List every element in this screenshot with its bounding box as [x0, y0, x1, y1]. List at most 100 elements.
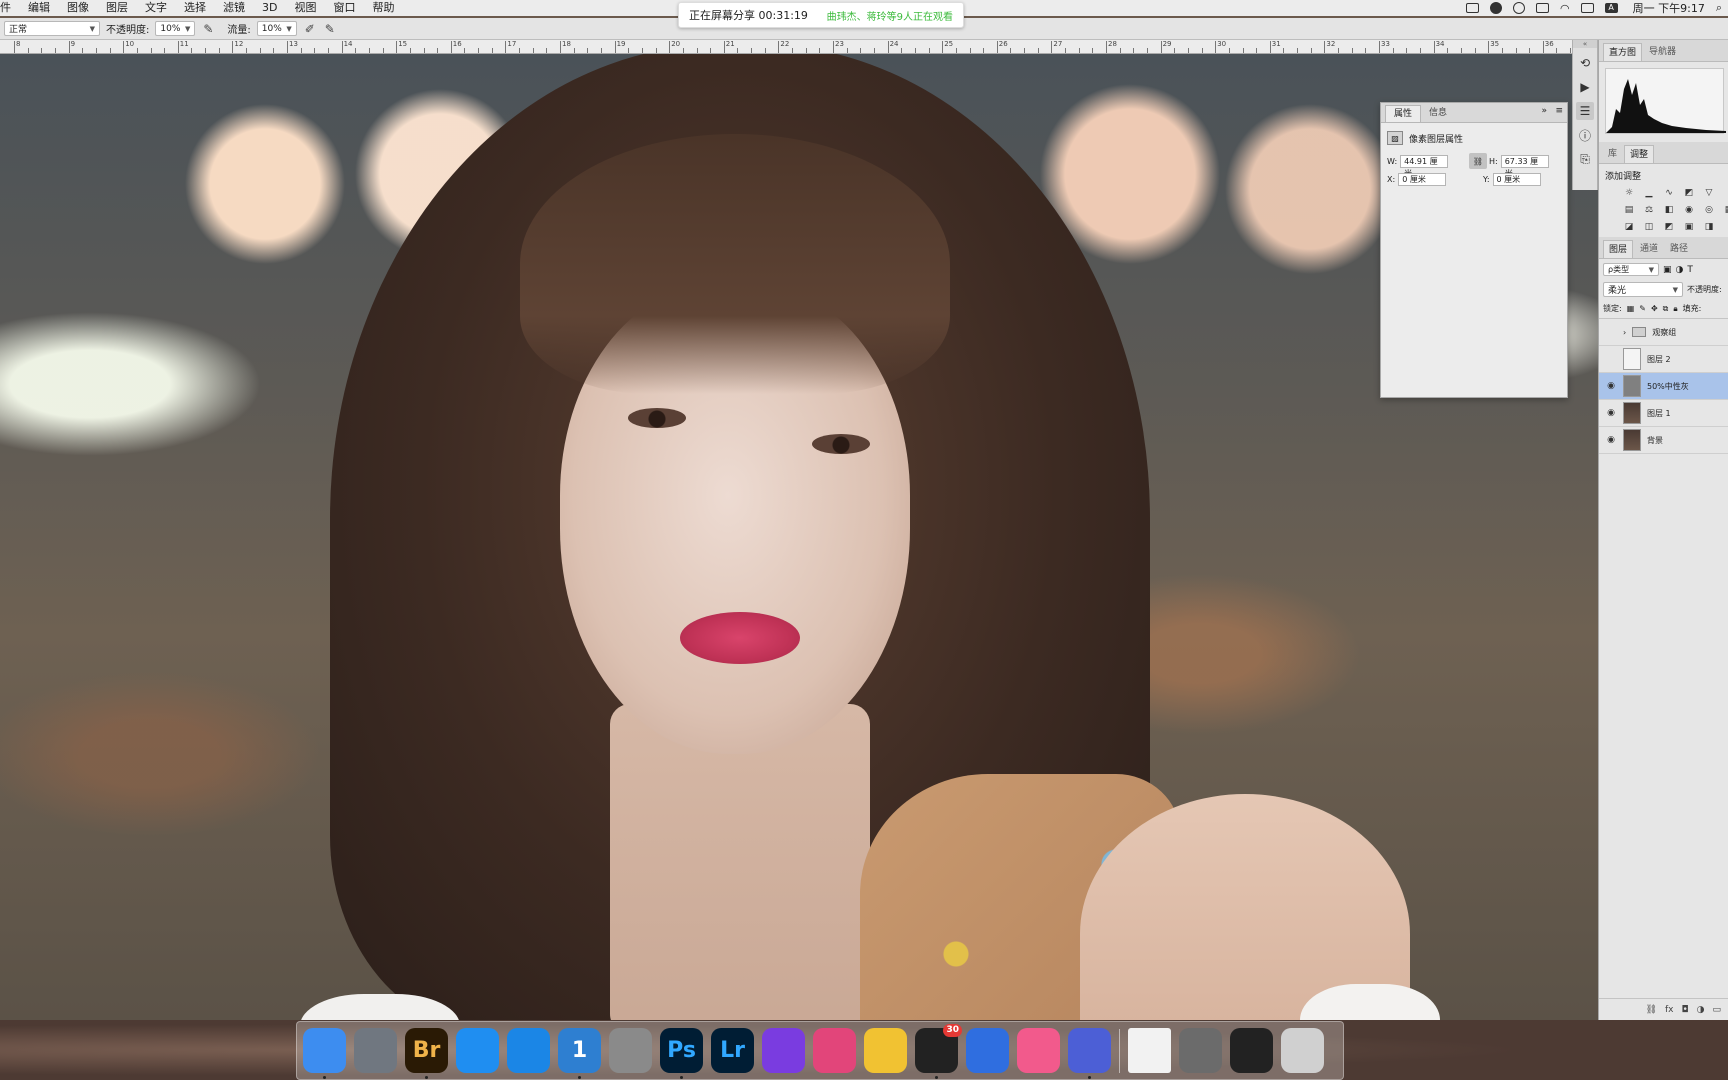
screens-icon[interactable] — [813, 1028, 856, 1073]
new-adjustment-icon[interactable]: ◑ — [1697, 1005, 1705, 1015]
menu-help[interactable]: 帮助 — [364, 0, 403, 16]
flow-select[interactable]: 10% ▼ — [256, 21, 297, 36]
menu-image[interactable]: 图像 — [59, 0, 98, 16]
invert-icon[interactable]: ◪ — [1623, 221, 1635, 233]
black-white-icon[interactable]: ◧ — [1663, 204, 1675, 216]
layer-row[interactable]: ◉ 50%中性灰 — [1599, 373, 1728, 400]
opacity-select[interactable]: 10% ▼ — [155, 21, 196, 36]
collapse-panel-icon[interactable]: » — [1541, 106, 1547, 116]
tab-layers[interactable]: 图层 — [1603, 240, 1634, 258]
menu-type[interactable]: 文字 — [137, 0, 176, 16]
wifi-icon[interactable]: ◠ — [1560, 2, 1570, 15]
airbrush-icon[interactable]: ✐ — [303, 22, 317, 36]
tab-channels[interactable]: 通道 — [1635, 240, 1663, 258]
screen-share-banner[interactable]: 正在屏幕分享 00:31:19 曲玮杰、蒋玲等9人正在观看 — [678, 2, 964, 28]
eye-icon[interactable]: ◉ — [1605, 408, 1617, 418]
tab-info[interactable]: 信息 — [1421, 105, 1455, 122]
trash-icon[interactable] — [1281, 1028, 1324, 1073]
link-dimensions-icon[interactable]: ⛓ — [1469, 153, 1487, 169]
curves-icon[interactable]: ∿ — [1663, 187, 1675, 199]
baidu-netdisk-icon[interactable] — [966, 1028, 1009, 1073]
tab-navigator[interactable]: 导航器 — [1644, 43, 1681, 61]
menu-edit[interactable]: 编辑 — [20, 0, 59, 16]
tab-properties[interactable]: 属性 — [1385, 105, 1422, 122]
pressure-opacity-icon[interactable]: ✎ — [201, 22, 215, 36]
lock-transparent-icon[interactable]: ▦ — [1627, 304, 1635, 313]
properties-icon[interactable]: ☰ — [1576, 102, 1594, 120]
menu-filter[interactable]: 滤镜 — [215, 0, 254, 16]
gradient-map-icon[interactable]: ▣ — [1683, 221, 1695, 233]
height-field[interactable]: 67.33 厘米 — [1500, 154, 1549, 178]
horizontal-ruler[interactable]: 8 9 10 11 12 13 14 15 16 17 18 19 20 21 22 23 24 25 26 27 28… — [0, 40, 1572, 54]
channel-mixer-icon[interactable]: ◎ — [1703, 204, 1715, 216]
menu-layer[interactable]: 图层 — [98, 0, 137, 16]
app-store-icon[interactable] — [456, 1028, 499, 1073]
brightness-icon[interactable]: ☼ — [1623, 187, 1635, 199]
imovie-icon[interactable] — [762, 1028, 805, 1073]
display-icon[interactable] — [1580, 3, 1594, 13]
filter-pixel-icon[interactable]: ▣ — [1663, 265, 1672, 275]
document-stack-icon[interactable] — [1128, 1028, 1171, 1073]
link-layers-icon[interactable]: ⛓ — [1646, 1005, 1657, 1015]
qq-icon[interactable]: 30 — [915, 1024, 962, 1079]
input-method-icon[interactable]: A — [1604, 3, 1618, 13]
layer-style-icon[interactable]: fx — [1665, 1005, 1674, 1015]
posterize-icon[interactable]: ◫ — [1643, 221, 1655, 233]
expand-arrow-icon[interactable]: › — [1623, 328, 1626, 337]
color-balance-icon[interactable]: ⚖ — [1643, 204, 1655, 216]
downloads-stack-icon[interactable] — [1179, 1028, 1222, 1073]
tab-paths[interactable]: 路径 — [1665, 240, 1693, 258]
selective-color-icon[interactable]: ◨ — [1703, 221, 1715, 233]
x-field[interactable]: 0 厘米 — [1398, 173, 1447, 186]
menu-file[interactable]: 件 — [0, 0, 20, 16]
add-mask-icon[interactable]: ◘ — [1682, 1005, 1689, 1015]
photoshop-icon[interactable]: Ps — [660, 1028, 703, 1079]
creative-cloud-icon[interactable] — [1513, 2, 1526, 14]
y-field[interactable]: 0 厘米 — [1492, 173, 1541, 186]
eye-icon[interactable]: ◉ — [1605, 381, 1617, 391]
layer-group-row[interactable]: › 观察组 — [1599, 319, 1728, 346]
hue-saturation-icon[interactable]: ▤ — [1623, 204, 1635, 216]
tab-histogram[interactable]: 直方图 — [1603, 43, 1643, 61]
layer-row[interactable]: 图层 2 — [1599, 346, 1728, 373]
history-brush-icon[interactable]: ⟲ — [1576, 54, 1594, 72]
video-app-icon[interactable] — [1068, 1028, 1111, 1079]
document-canvas[interactable] — [0, 54, 1598, 1020]
layer-row[interactable]: ◉ 背景 — [1599, 427, 1728, 454]
lock-paint-icon[interactable]: ✎ — [1639, 304, 1646, 313]
system-preferences-icon[interactable] — [609, 1028, 652, 1073]
width-field[interactable]: 44.91 厘米 — [1400, 154, 1449, 178]
threshold-icon[interactable]: ◩ — [1663, 221, 1675, 233]
screenshot-stack-icon[interactable] — [1230, 1028, 1273, 1073]
tab-adjustments[interactable]: 调整 — [1624, 145, 1655, 163]
new-group-icon[interactable]: ▭ — [1712, 1005, 1721, 1015]
info-icon[interactable]: ⓘ — [1576, 126, 1594, 144]
color-lookup-icon[interactable]: ▦ — [1723, 204, 1728, 216]
finder-icon[interactable] — [303, 1028, 346, 1079]
lock-move-icon[interactable]: ✥ — [1651, 304, 1658, 313]
tab-libraries[interactable]: 库 — [1603, 145, 1622, 163]
filter-adjustment-icon[interactable]: ◑ — [1676, 265, 1684, 275]
photo-filter-icon[interactable]: ◉ — [1683, 204, 1695, 216]
collapse-icon[interactable]: « — [1573, 40, 1597, 48]
menu-3d[interactable]: 3D — [254, 0, 286, 16]
eye-icon[interactable]: ◉ — [1605, 435, 1617, 445]
panel-menu-icon[interactable]: ≡ — [1555, 106, 1563, 116]
itunes-icon[interactable] — [1017, 1028, 1060, 1073]
menu-window[interactable]: 窗口 — [325, 0, 364, 16]
qq-music-icon[interactable] — [864, 1028, 907, 1073]
airplay-icon[interactable] — [1536, 3, 1550, 13]
levels-icon[interactable]: ▁ — [1643, 187, 1655, 199]
lock-all-icon[interactable]: 🔒︎ — [1673, 304, 1677, 314]
filter-type-icon[interactable]: T — [1687, 265, 1693, 275]
clock[interactable]: 周一 下午9:17 — [1633, 0, 1705, 16]
actions-play-icon[interactable]: ▶ — [1576, 78, 1594, 96]
layer-row[interactable]: ◉ 图层 1 — [1599, 400, 1728, 427]
screen-record-icon[interactable] — [1466, 3, 1480, 13]
exposure-icon[interactable]: ◩ — [1683, 187, 1695, 199]
menu-view[interactable]: 视图 — [286, 0, 325, 16]
blend-mode-select[interactable]: 正常 ▼ — [4, 21, 100, 36]
bridge-icon[interactable]: Br — [405, 1028, 448, 1079]
qq-icon[interactable] — [1490, 2, 1503, 14]
lock-artboard-icon[interactable]: ⧉ — [1663, 304, 1669, 314]
